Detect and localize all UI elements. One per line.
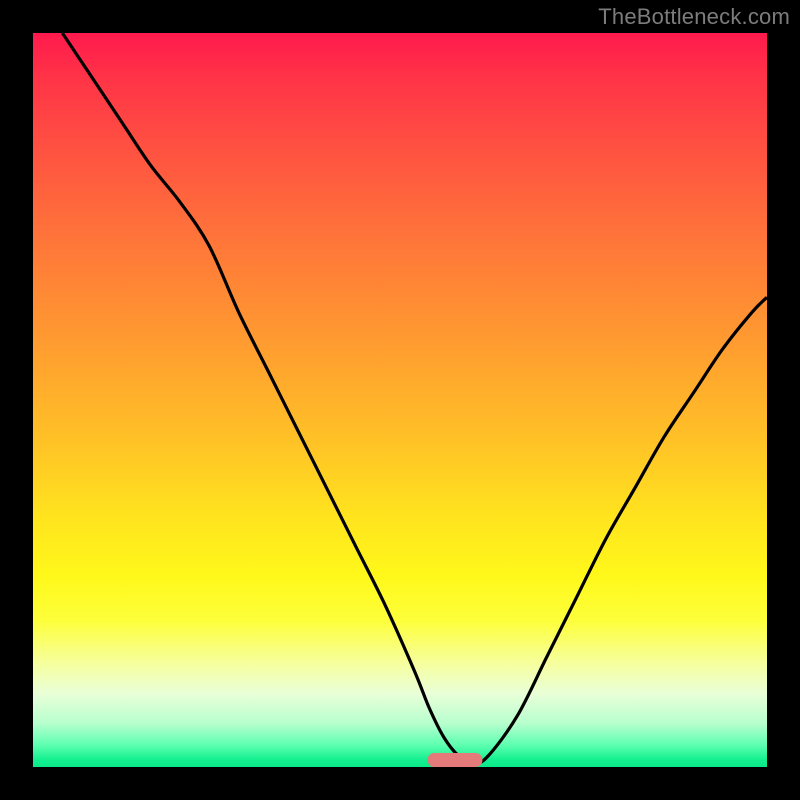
plot-area	[33, 33, 767, 767]
watermark-text: TheBottleneck.com	[598, 4, 790, 30]
curve-svg	[33, 33, 767, 767]
bottleneck-curve	[62, 33, 767, 763]
chart-frame: TheBottleneck.com	[0, 0, 800, 800]
optimal-marker	[428, 753, 483, 767]
